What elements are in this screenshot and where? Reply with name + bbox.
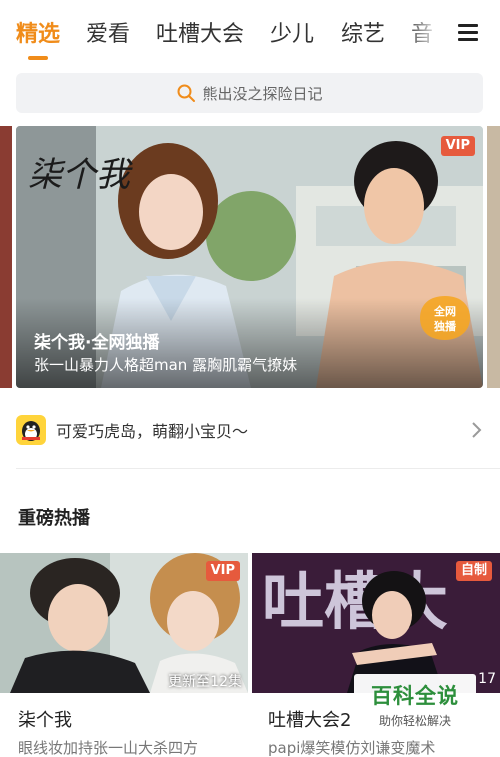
watermark-subtitle: 助你轻松解决 — [378, 714, 451, 728]
episode-count: 17 — [478, 671, 496, 687]
exclusive-seal-icon: 全网 独播 — [420, 296, 470, 340]
original-badge: 自制 — [455, 561, 492, 581]
card-title[interactable]: 吐槽大会2 — [268, 706, 351, 732]
active-tab-indicator — [28, 56, 48, 60]
hero-banner[interactable]: 柒个我 VIP 全网 独播 柒个我·全网独播 张一山暴力人格超man 露胸肌霸气… — [16, 126, 483, 388]
menu-icon[interactable] — [458, 22, 480, 42]
tab-tucao[interactable]: 吐槽大会 — [156, 16, 244, 48]
svg-text:柒个我: 柒个我 — [28, 155, 133, 195]
vip-badge: VIP — [205, 561, 240, 581]
notice-row[interactable]: 可爱巧虎岛，萌翻小宝贝～ — [16, 408, 483, 452]
notice-text: 可爱巧虎岛，萌翻小宝贝～ — [56, 422, 249, 441]
banner-subtitle: 张一山暴力人格超man 露胸肌霸气撩妹 — [34, 356, 298, 374]
card-description: papi爆笑模仿刘谦变魔术 — [268, 739, 436, 757]
qq-penguin-icon — [16, 415, 46, 445]
tabs-fade — [405, 0, 455, 62]
tab-variety[interactable]: 综艺 — [341, 16, 385, 48]
prev-banner-peek[interactable] — [0, 126, 12, 388]
svg-text:全网: 全网 — [433, 304, 456, 318]
watermark: 百科全说 助你轻松解决 — [354, 674, 476, 732]
banner-title: 柒个我·全网独播 — [34, 333, 160, 353]
card-title[interactable]: 柒个我 — [18, 706, 72, 732]
svg-text:独播: 独播 — [433, 319, 457, 333]
search-placeholder: 熊出没之探险日记 — [202, 84, 323, 103]
next-banner-peek[interactable] — [487, 126, 500, 388]
vip-badge: VIP — [440, 136, 475, 156]
divider — [16, 468, 500, 469]
section-title: 重磅热播 — [18, 508, 90, 529]
search-bar[interactable]: 熊出没之探险日记 — [16, 73, 483, 113]
channel-tabs: 精选 爱看 吐槽大会 少儿 综艺 音 — [0, 0, 500, 62]
watermark-title: 百科全说 — [371, 684, 459, 708]
tab-featured[interactable]: 精选 — [16, 16, 60, 48]
chevron-right-icon — [472, 422, 482, 438]
card-description: 眼线妆加持张一山大杀四方 — [18, 739, 199, 757]
tab-kids[interactable]: 少儿 — [270, 16, 314, 48]
search-icon — [177, 84, 196, 102]
tab-aikan[interactable]: 爱看 — [86, 16, 130, 48]
